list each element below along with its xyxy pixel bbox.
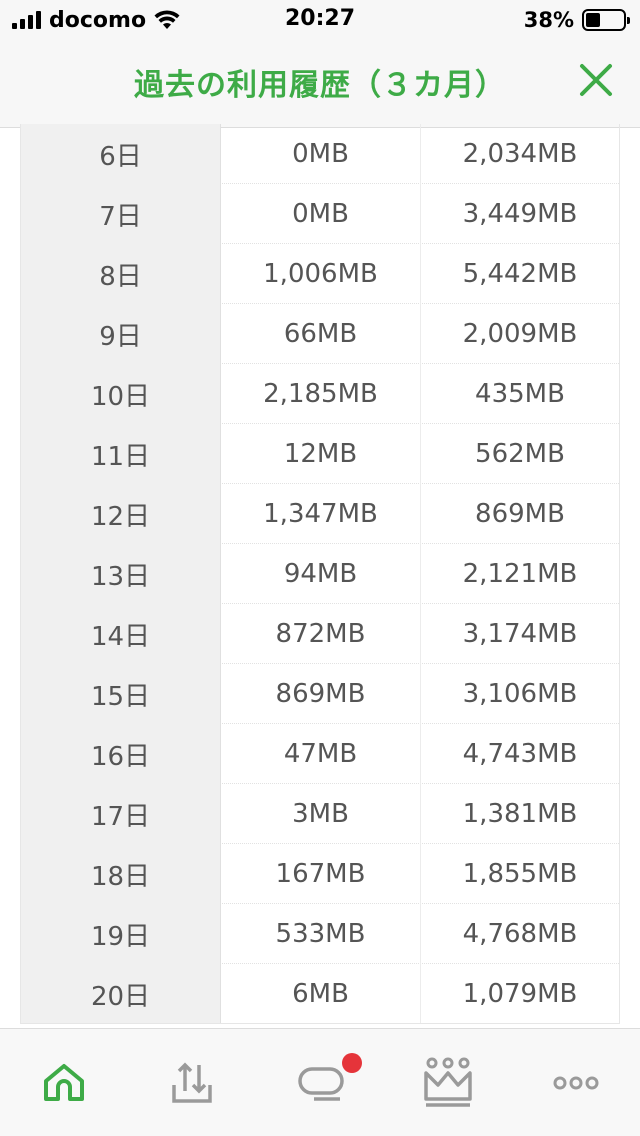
usage-cell-2: 562MB [475,439,565,469]
usage-cell-1: 1,347MB [221,484,421,544]
day-cell: 12日 [21,484,221,544]
page-title: 過去の利用履歴（３カ月） [134,68,506,103]
usage-cell-1: 12MB [221,424,421,484]
day-cell: 15日 [21,664,221,724]
usage-cell-1: 0MB [221,124,421,184]
battery-percent: 38% [523,8,574,32]
usage-table: 6日 0MB 2,034MB 7日 0MB 3,449MB 8日 1,006MB 5,442MB… [20,124,620,1024]
more-icon [553,1076,599,1090]
day-cell: 16日 [21,724,221,784]
battery-icon [582,9,630,31]
day-cell: 18日 [21,844,221,904]
day-cell: 8日 [21,244,221,304]
table-row: 17日 3MB 1,381MB [21,784,619,844]
upload-tray-icon [172,1062,212,1103]
chat-badge [342,1053,362,1073]
usage-cell-2: 1,381MB [462,799,578,829]
usage-cell-1: 533MB [221,904,421,964]
day-cell: 6日 [21,124,221,184]
usage-cell-1: 6MB [221,964,421,1023]
usage-cell-1: 3MB [221,784,421,844]
usage-cell-2: 435MB [475,379,565,409]
table-row: 12日 1,347MB 869MB [21,484,619,544]
usage-cell-1: 2,185MB [221,364,421,424]
table-row: 11日 12MB 562MB [21,424,619,484]
usage-cell-1: 167MB [221,844,421,904]
usage-cell-2: 2,009MB [462,319,578,349]
table-row: 18日 167MB 1,855MB [21,844,619,904]
page-header: 過去の利用履歴（３カ月） [0,40,640,128]
usage-cell-2: 1,855MB [462,859,578,889]
table-row: 19日 533MB 4,768MB [21,904,619,964]
usage-cell-2: 2,034MB [462,139,578,169]
usage-cell-2: 5,442MB [462,259,578,289]
home-icon [44,1064,84,1101]
table-row: 14日 872MB 3,174MB [21,604,619,664]
usage-cell-2: 3,106MB [462,679,578,709]
chat-icon [298,1067,344,1101]
day-cell: 14日 [21,604,221,664]
close-icon[interactable] [574,58,618,102]
tab-bar [0,1028,640,1136]
tab-crown[interactable] [408,1043,488,1123]
table-row: 9日 66MB 2,009MB [21,304,619,364]
table-row: 7日 0MB 3,449MB [21,184,619,244]
crown-icon [424,1057,472,1107]
usage-cell-2: 2,121MB [462,559,578,589]
tab-more[interactable] [536,1043,616,1123]
battery-fill [586,13,600,27]
table-row: 20日 6MB 1,079MB [21,964,619,1023]
usage-cell-1: 0MB [221,184,421,244]
usage-cell-2: 869MB [475,499,565,529]
usage-cell-1: 66MB [221,304,421,364]
day-cell: 7日 [21,184,221,244]
status-right: 38% [523,6,630,34]
day-cell: 20日 [21,964,221,1023]
status-bar: docomo 20:27 38% [0,0,640,40]
table-row: 10日 2,185MB 435MB [21,364,619,424]
day-cell: 10日 [21,364,221,424]
day-cell: 11日 [21,424,221,484]
usage-cell-2: 1,079MB [462,979,578,1009]
table-row: 6日 0MB 2,034MB [21,124,619,184]
usage-cell-2: 4,743MB [462,739,578,769]
day-cell: 9日 [21,304,221,364]
table-row: 15日 869MB 3,106MB [21,664,619,724]
tab-upload[interactable] [152,1043,232,1123]
day-cell: 19日 [21,904,221,964]
day-cell: 17日 [21,784,221,844]
usage-cell-2: 3,174MB [462,619,578,649]
usage-cell-1: 94MB [221,544,421,604]
usage-cell-1: 872MB [221,604,421,664]
table-row: 16日 47MB 4,743MB [21,724,619,784]
usage-cell-1: 869MB [221,664,421,724]
usage-cell-1: 47MB [221,724,421,784]
tab-home[interactable] [24,1043,104,1123]
usage-cell-2: 4,768MB [462,919,578,949]
usage-cell-2: 3,449MB [462,199,578,229]
table-row: 13日 94MB 2,121MB [21,544,619,604]
day-cell: 13日 [21,544,221,604]
table-row: 8日 1,006MB 5,442MB [21,244,619,304]
usage-cell-1: 1,006MB [221,244,421,304]
